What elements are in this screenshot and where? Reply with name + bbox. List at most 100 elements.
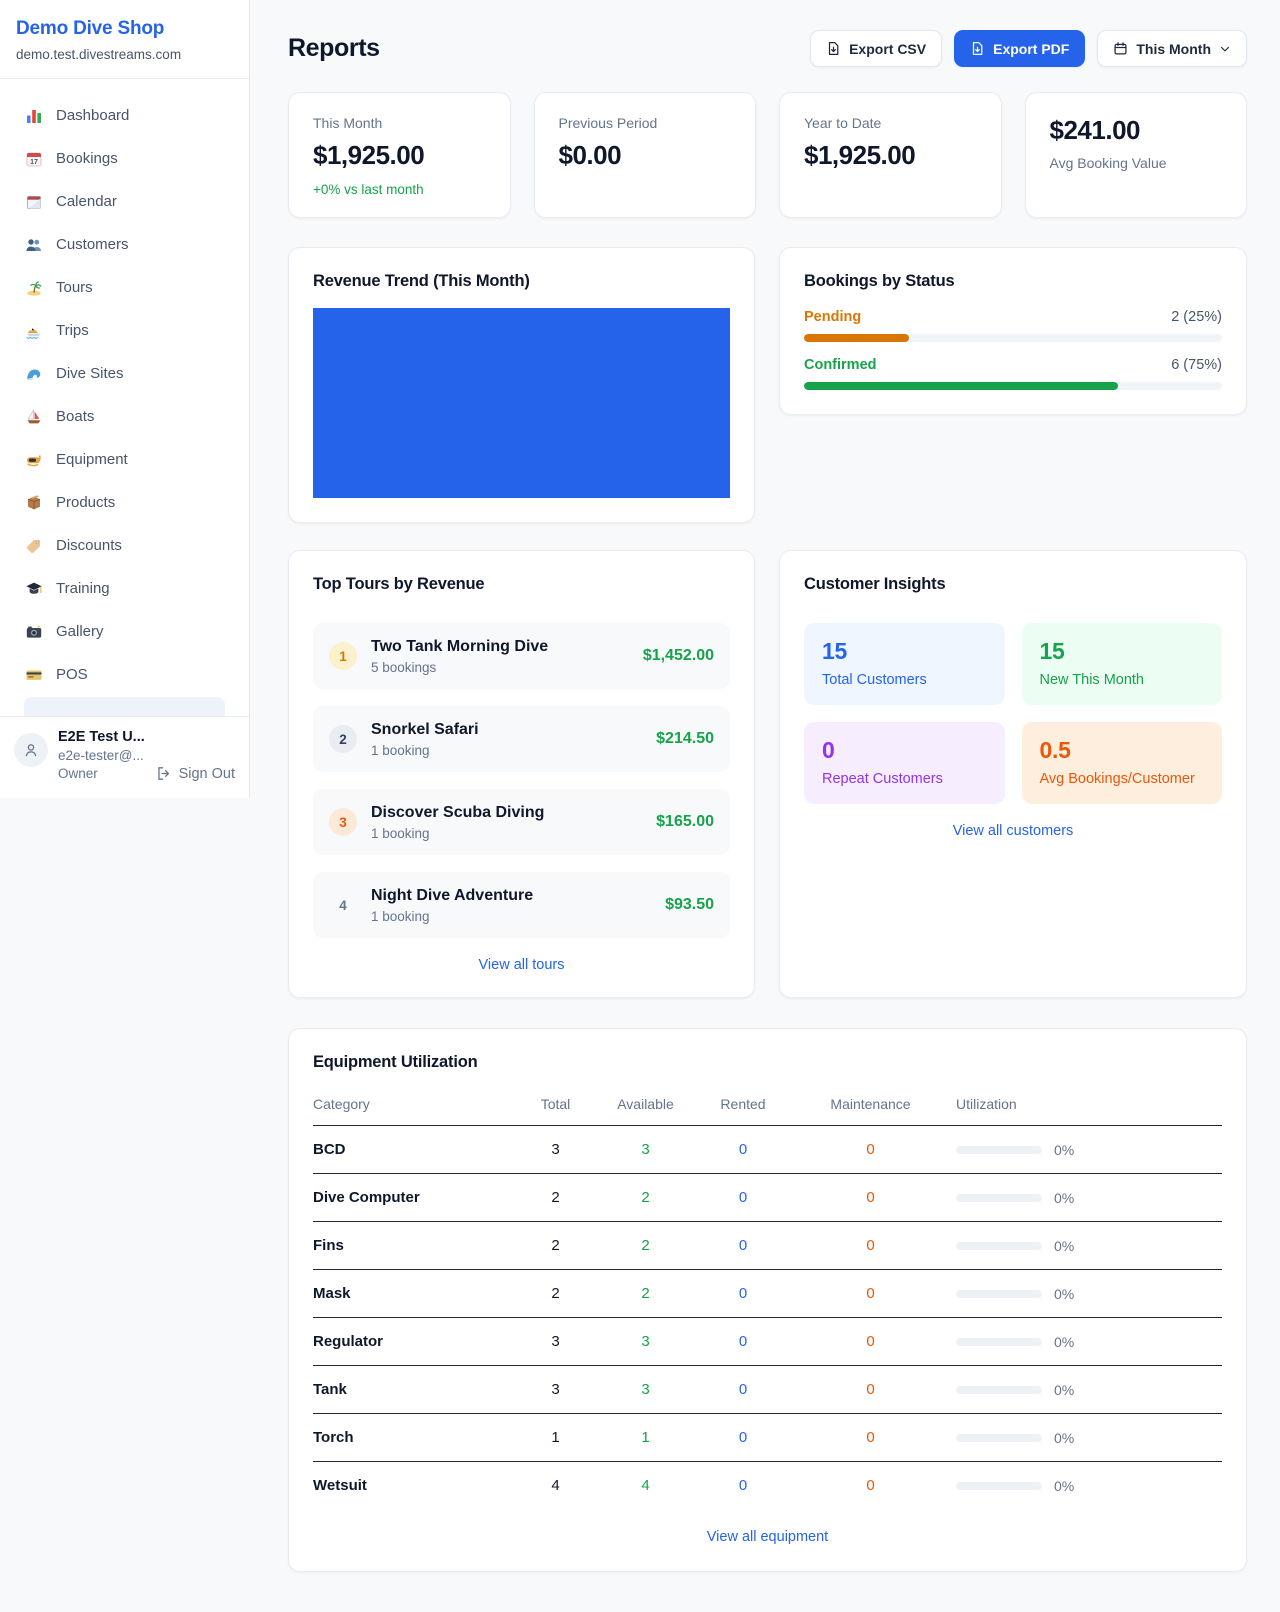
utilization-value: 0% [1054, 1334, 1074, 1350]
products-icon [24, 493, 43, 512]
utilization-track [956, 1290, 1042, 1298]
equipment-utilization-card: Equipment Utilization Category Total Ava… [288, 1028, 1247, 1572]
table-row: Regulator 3 3 0 0 0% [313, 1318, 1222, 1366]
sidebar-item-equipment[interactable]: Equipment [12, 438, 237, 481]
sign-out-button[interactable]: Sign Out [155, 749, 235, 798]
stat-card-previous-period: Previous Period $0.00 [534, 92, 757, 218]
user-name: E2E Test U... [58, 729, 145, 745]
gallery-icon [24, 622, 43, 641]
table-row: Fins 2 2 0 0 0% [313, 1222, 1222, 1270]
table-row: Wetsuit 4 4 0 0 0% [313, 1462, 1222, 1510]
view-all-tours-link[interactable]: View all tours [313, 957, 730, 973]
utilization-value: 0% [1054, 1142, 1074, 1158]
cell-category: Fins [313, 1222, 513, 1270]
tour-revenue: $93.50 [665, 896, 714, 914]
file-download-icon [970, 41, 985, 56]
chevron-down-icon [1219, 43, 1231, 55]
tile-value: 0 [822, 737, 987, 764]
sidebar-item-label: Boats [56, 408, 94, 425]
sidebar-item-bookings[interactable]: 17 Bookings [12, 137, 237, 180]
tours-icon [24, 278, 43, 297]
utilization-cell: 0% [948, 1334, 1222, 1350]
dashboard-icon [24, 106, 43, 125]
sidebar-item-trips[interactable]: Trips [12, 309, 237, 352]
sidebar-item-pos[interactable]: POS [12, 653, 237, 696]
tour-name: Discover Scuba Diving [371, 804, 642, 822]
sidebar-item-calendar[interactable]: Calendar [12, 180, 237, 223]
revenue-trend-card: Revenue Trend (This Month) [288, 247, 755, 523]
cell-total: 4 [513, 1462, 598, 1510]
sidebar-item-tours[interactable]: Tours [12, 266, 237, 309]
cell-total: 3 [513, 1366, 598, 1414]
table-row: BCD 3 3 0 0 0% [313, 1126, 1222, 1174]
sidebar-item-boats[interactable]: Boats [12, 395, 237, 438]
insight-tile-repeat-customers: 0 Repeat Customers [804, 722, 1005, 804]
export-csv-label: Export CSV [849, 41, 926, 57]
customer-insights-card: Customer Insights 15 Total Customers 15 … [779, 550, 1247, 998]
utilization-cell: 0% [948, 1382, 1222, 1398]
training-icon [24, 579, 43, 598]
insight-tile-total-customers: 15 Total Customers [804, 623, 1005, 705]
sidebar-item-gallery[interactable]: Gallery [12, 610, 237, 653]
brand[interactable]: Demo Dive Shop demo.test.divestreams.com [0, 0, 249, 79]
person-icon [22, 741, 40, 759]
avatar [14, 733, 48, 767]
col-header-rented: Rented [693, 1086, 793, 1126]
equipment-icon [24, 450, 43, 469]
cell-available: 2 [598, 1222, 693, 1270]
sidebar-item-label: Products [56, 494, 115, 511]
view-all-equipment-link[interactable]: View all equipment [313, 1529, 1222, 1545]
sidebar-item-training[interactable]: Training [12, 567, 237, 610]
sidebar-item-customers[interactable]: Customers [12, 223, 237, 266]
sidebar-item-discounts[interactable]: Discounts [12, 524, 237, 567]
tour-row: 2 Snorkel Safari 1 booking $214.50 [313, 706, 730, 772]
sidebar-item-label: Gallery [56, 623, 104, 640]
cell-maintenance: 0 [793, 1222, 948, 1270]
view-all-customers-link[interactable]: View all customers [804, 823, 1222, 839]
sidebar-item-label: Discounts [56, 537, 122, 554]
sidebar-item-dive-sites[interactable]: Dive Sites [12, 352, 237, 395]
utilization-cell: 0% [948, 1430, 1222, 1446]
sidebar-item-products[interactable]: Products [12, 481, 237, 524]
cell-maintenance: 0 [793, 1318, 948, 1366]
user-email: e2e-tester@... [58, 748, 145, 763]
rank-badge: 3 [329, 808, 357, 836]
pos-icon [24, 665, 43, 684]
tile-value: 0.5 [1040, 737, 1205, 764]
sidebar-user-footer: E2E Test U... e2e-tester@... Owner Sign … [0, 716, 249, 798]
utilization-track [956, 1146, 1042, 1154]
utilization-track [956, 1242, 1042, 1250]
tile-label: New This Month [1040, 672, 1205, 688]
stat-label: Year to Date [804, 115, 977, 131]
logout-icon [155, 765, 172, 782]
tour-name: Snorkel Safari [371, 721, 642, 739]
cell-rented: 0 [693, 1270, 793, 1318]
tour-name: Two Tank Morning Dive [371, 638, 629, 656]
sidebar-item-label: Calendar [56, 193, 117, 210]
discounts-icon [24, 536, 43, 555]
calendar-outline-icon [1113, 41, 1128, 56]
period-dropdown[interactable]: This Month [1097, 30, 1247, 67]
sidebar: Demo Dive Shop demo.test.divestreams.com… [0, 0, 250, 798]
revenue-trend-title: Revenue Trend (This Month) [313, 272, 730, 291]
stat-card-year-to-date: Year to Date $1,925.00 [779, 92, 1002, 218]
sidebar-item-selected-partial[interactable] [24, 697, 225, 716]
table-row: Dive Computer 2 2 0 0 0% [313, 1174, 1222, 1222]
export-pdf-button[interactable]: Export PDF [954, 30, 1085, 67]
customer-insights-title: Customer Insights [804, 575, 1222, 594]
stat-delta: +0% vs last month [313, 182, 486, 197]
utilization-track [956, 1434, 1042, 1442]
export-csv-button[interactable]: Export CSV [810, 30, 942, 67]
cell-available: 3 [598, 1366, 693, 1414]
rank-badge: 1 [329, 642, 357, 670]
cell-category: Torch [313, 1414, 513, 1462]
cell-rented: 0 [693, 1174, 793, 1222]
utilization-cell: 0% [948, 1142, 1222, 1158]
col-header-category: Category [313, 1086, 513, 1126]
stat-value: $0.00 [559, 140, 732, 171]
export-pdf-label: Export PDF [993, 41, 1069, 57]
cell-available: 3 [598, 1126, 693, 1174]
sidebar-item-dashboard[interactable]: Dashboard [12, 94, 237, 137]
bookings-icon: 17 [24, 149, 43, 168]
customers-icon [24, 235, 43, 254]
